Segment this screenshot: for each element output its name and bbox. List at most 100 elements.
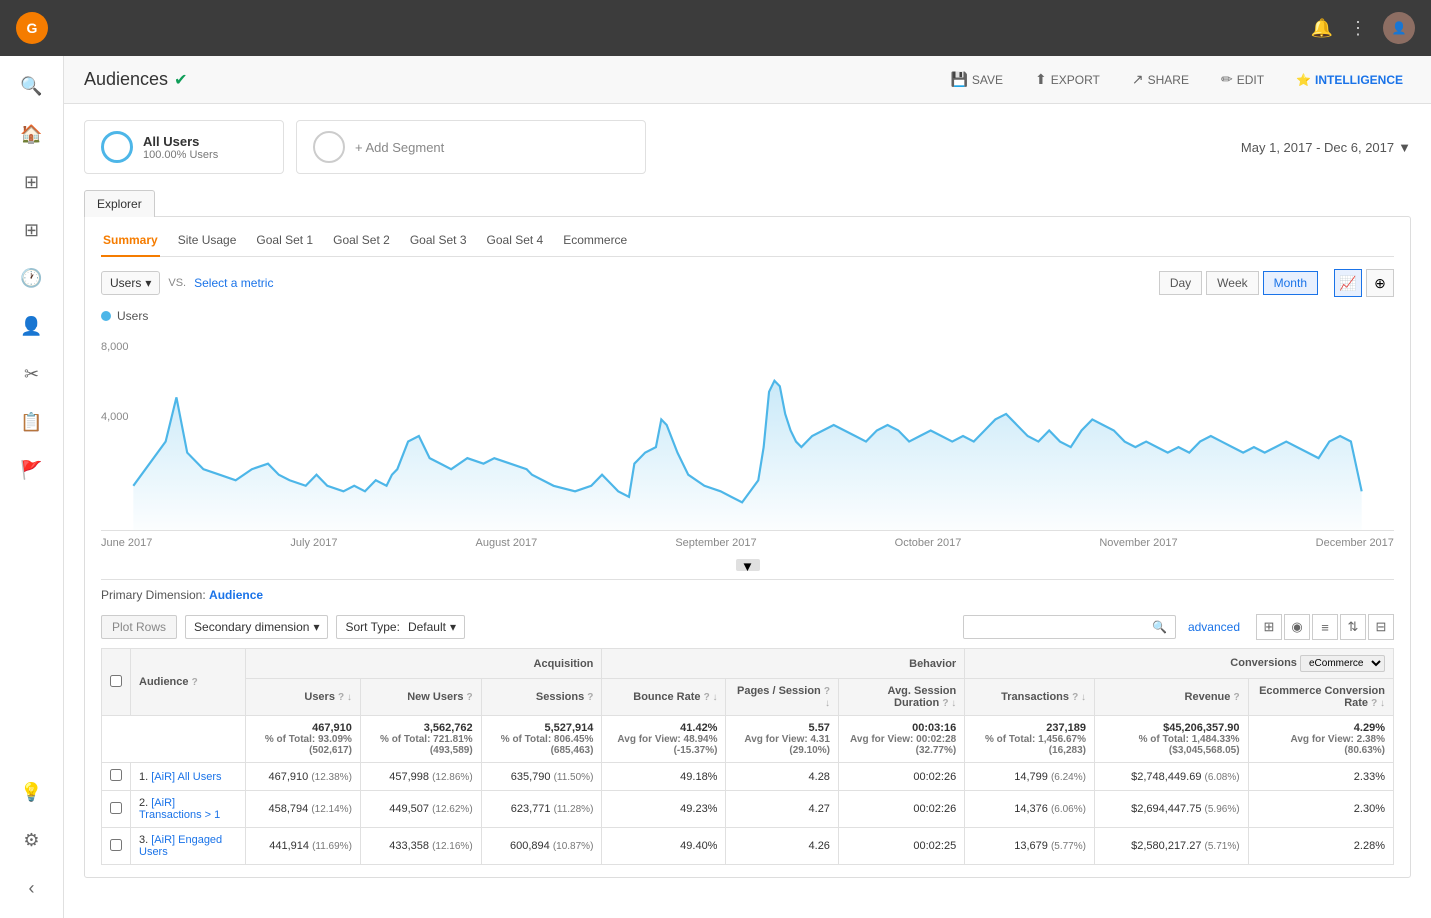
- conversions-label: Conversions: [1230, 657, 1297, 669]
- main-layout: 🔍 🏠 ⊞ ⊞ 🕐 👤 ✂ 📋 🚩 💡: [0, 56, 1431, 918]
- select-metric[interactable]: Select a metric: [194, 276, 273, 290]
- sidebar-item-home[interactable]: 🏠: [8, 112, 56, 156]
- chart-scrollbar[interactable]: ▼: [101, 559, 1394, 571]
- avg-session-col-header: Avg. Session Duration ? ↓: [838, 679, 964, 716]
- search-icon[interactable]: 🔍: [1144, 616, 1175, 638]
- sidebar-item-collapse[interactable]: ‹: [8, 866, 56, 910]
- intelligence-button[interactable]: ⭐ INTELLIGENCE: [1288, 69, 1411, 91]
- metric-dropdown[interactable]: Users ▾: [101, 271, 160, 295]
- audience-header: [102, 649, 131, 716]
- legend-label: Users: [117, 309, 148, 323]
- sidebar-item-reports2[interactable]: 📋: [8, 400, 56, 444]
- search-input[interactable]: [964, 616, 1144, 638]
- chart-scroll-btn[interactable]: ▼: [736, 559, 760, 571]
- compare-view-button[interactable]: ⇅: [1340, 614, 1366, 640]
- sidebar-item-flag[interactable]: 🚩: [8, 448, 56, 492]
- sidebar: 🔍 🏠 ⊞ ⊞ 🕐 👤 ✂ 📋 🚩 💡: [0, 56, 64, 918]
- all-users-segment[interactable]: All Users 100.00% Users: [84, 120, 284, 174]
- tab-goal-set-2[interactable]: Goal Set 2: [331, 229, 392, 257]
- sidebar-item-search[interactable]: 🔍: [8, 64, 56, 108]
- row1-audience-link[interactable]: [AiR] All Users: [151, 771, 221, 783]
- avatar-icon: 👤: [1392, 21, 1407, 35]
- pivot-view-button[interactable]: ⊟: [1368, 614, 1394, 640]
- notification-icon[interactable]: 🔔: [1311, 18, 1333, 39]
- sidebar-item-cut[interactable]: ✂: [8, 352, 56, 396]
- sidebar-item-add[interactable]: ⊞: [8, 208, 56, 252]
- totals-sessions: 5,527,914 % of Total: 806.45% (685,463): [481, 716, 602, 763]
- export-label: EXPORT: [1051, 73, 1100, 87]
- totals-label: [102, 716, 246, 763]
- secondary-dim-dropdown[interactable]: Secondary dimension ▾: [185, 615, 328, 639]
- save-label: SAVE: [972, 73, 1003, 87]
- legend-dot: [101, 311, 111, 321]
- grid-view-button[interactable]: ⊞: [1256, 614, 1282, 640]
- sub-tabs: Summary Site Usage Goal Set 1 Goal Set 2…: [101, 229, 1394, 257]
- tab-goal-set-4[interactable]: Goal Set 4: [485, 229, 546, 257]
- line-chart-button[interactable]: 📈: [1334, 269, 1362, 297]
- plot-rows-button: Plot Rows: [101, 615, 177, 639]
- search-box[interactable]: 🔍: [963, 615, 1176, 639]
- clock-icon: 🕐: [20, 268, 42, 289]
- scatter-chart-button[interactable]: ⊕: [1366, 269, 1394, 297]
- more-menu-icon[interactable]: ⋮: [1349, 18, 1367, 39]
- sidebar-item-tip[interactable]: 💡: [8, 770, 56, 814]
- row1-checkbox-input[interactable]: [110, 769, 122, 781]
- totals-avg-session: 00:03:16 Avg for View: 00:02:28 (32.77%): [838, 716, 964, 763]
- list-view-button[interactable]: ≡: [1312, 614, 1338, 640]
- save-button[interactable]: 💾 SAVE: [942, 67, 1011, 92]
- intelligence-icon: ⭐: [1296, 73, 1311, 87]
- x-label-sep: September 2017: [675, 537, 756, 549]
- row2-new-users: 449,507 (12.62%): [360, 791, 481, 828]
- pie-view-button[interactable]: ◉: [1284, 614, 1310, 640]
- secondary-dim-arrow: ▾: [313, 620, 319, 634]
- select-all-checkbox[interactable]: [110, 675, 122, 687]
- user-avatar[interactable]: 👤: [1383, 12, 1415, 44]
- sort-default-dropdown[interactable]: Default ▾: [404, 620, 456, 634]
- tab-ecommerce[interactable]: Ecommerce: [561, 229, 629, 257]
- export-button[interactable]: ⬆ EXPORT: [1027, 67, 1108, 92]
- row2-checkbox-input[interactable]: [110, 802, 122, 814]
- new-users-col-header: New Users ?: [360, 679, 481, 716]
- row3-checkbox-input[interactable]: [110, 839, 122, 851]
- row3-checkbox[interactable]: [102, 828, 131, 865]
- edit-label: EDIT: [1237, 73, 1264, 87]
- row1-checkbox[interactable]: [102, 763, 131, 791]
- tab-site-usage[interactable]: Site Usage: [176, 229, 239, 257]
- y-label-8000: 8,000: [101, 341, 129, 353]
- add-segment-card[interactable]: + Add Segment: [296, 120, 646, 174]
- sidebar-item-clock[interactable]: 🕐: [8, 256, 56, 300]
- tab-goal-set-3[interactable]: Goal Set 3: [408, 229, 469, 257]
- row2-revenue: $2,694,447.75 (5.96%): [1094, 791, 1248, 828]
- day-button[interactable]: Day: [1159, 271, 1202, 295]
- date-range-selector[interactable]: May 1, 2017 - Dec 6, 2017 ▼: [1241, 140, 1411, 155]
- share-label: SHARE: [1148, 73, 1189, 87]
- tab-summary[interactable]: Summary: [101, 229, 160, 257]
- share-button[interactable]: ↗ SHARE: [1124, 67, 1197, 92]
- conversions-dropdown[interactable]: eCommerce: [1300, 655, 1385, 672]
- segment-name: All Users: [143, 134, 218, 149]
- topbar-logo[interactable]: G: [16, 12, 48, 44]
- users-col-header: Users ? ↓: [245, 679, 360, 716]
- x-label-jul: July 2017: [290, 537, 337, 549]
- explorer-tab[interactable]: Explorer: [84, 190, 155, 217]
- ecomm-conv-col-header: Ecommerce Conversion Rate ? ↓: [1248, 679, 1393, 716]
- week-button[interactable]: Week: [1206, 271, 1258, 295]
- tab-goal-set-1[interactable]: Goal Set 1: [254, 229, 315, 257]
- row2-audience-link[interactable]: [AiR] Transactions > 1: [139, 797, 220, 821]
- month-button[interactable]: Month: [1263, 271, 1318, 295]
- chart-legend: Users: [101, 309, 1394, 323]
- advanced-link[interactable]: advanced: [1188, 620, 1240, 634]
- sidebar-item-reports[interactable]: ⊞: [8, 160, 56, 204]
- sidebar-item-settings[interactable]: ⚙: [8, 818, 56, 862]
- totals-bounce-rate: 41.42% Avg for View: 48.94% (-15.37%): [602, 716, 726, 763]
- row2-checkbox[interactable]: [102, 791, 131, 828]
- conversions-group-header: Conversions eCommerce: [965, 649, 1394, 679]
- edit-button[interactable]: ✏ EDIT: [1213, 67, 1272, 92]
- row3-audience-link[interactable]: [AiR] Engaged Users: [139, 834, 222, 858]
- row3-bounce-rate: 49.40%: [602, 828, 726, 865]
- row2-ecomm-conv: 2.30%: [1248, 791, 1393, 828]
- row2-sessions: 623,771 (11.28%): [481, 791, 602, 828]
- sidebar-bottom: 💡 ⚙ ‹: [8, 770, 56, 910]
- x-label-oct: October 2017: [895, 537, 962, 549]
- sidebar-item-user[interactable]: 👤: [8, 304, 56, 348]
